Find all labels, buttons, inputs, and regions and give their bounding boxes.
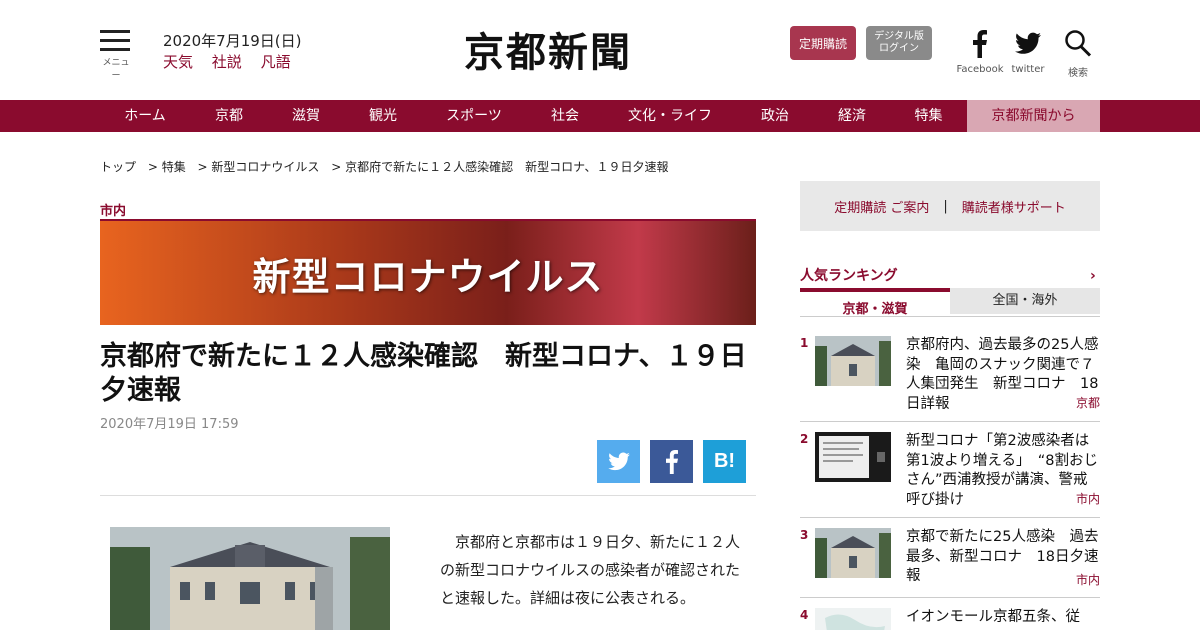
subscribe-button[interactable]: 定期購読: [790, 26, 856, 60]
rank-tag: 京都: [1075, 396, 1100, 410]
nav-shiga[interactable]: 滋賀: [268, 100, 344, 132]
ranking-tab-kyoto-shiga[interactable]: 京都・滋賀: [800, 288, 950, 317]
rank-headline: イオンモール京都五条、従: [906, 609, 1080, 625]
twitter-icon: [607, 452, 630, 470]
menu-label: メニュー: [102, 58, 130, 81]
rank-separator: [800, 597, 1100, 598]
breadcrumb: トップ > 特集 > 新型コロナウイルス > 京都府で新たに１２人感染確認 新型…: [100, 158, 677, 175]
breadcrumb-current: > 京都府で新たに１２人感染確認 新型コロナ、１９日夕速報: [331, 160, 669, 174]
rank-thumbnail: [815, 432, 891, 482]
facebook-icon: [973, 30, 987, 58]
date-block: 2020年7月19日(日) 天気 社説 凡語: [163, 30, 305, 72]
share-hatena-button[interactable]: B!: [703, 440, 746, 483]
banner-text: 新型コロナウイルス: [252, 253, 604, 299]
nav-kyoto[interactable]: 京都: [190, 100, 268, 132]
nav-tourism[interactable]: 観光: [344, 100, 422, 132]
rank-thumbnail: [815, 608, 891, 630]
nav-economy[interactable]: 経済: [814, 100, 890, 132]
ranking-title: 人気ランキング: [800, 268, 898, 284]
rank-headline: 京都で新たに25人感染 過去最多、新型コロナ 18日夕速報: [906, 529, 1099, 584]
search-label: 検索: [1068, 68, 1088, 79]
hatena-icon: B!: [713, 450, 736, 472]
ranking-item[interactable]: 3 京都で新たに25人感染 過去最多、新型コロナ 18日夕速報 市内: [800, 528, 1100, 592]
rank-headline: 京都府内、過去最多の25人感染 亀岡のスナック関連で７人集団発生 新型コロナ 1…: [906, 337, 1099, 412]
rank-number: 4: [800, 608, 809, 622]
article-date: 2020年7月19日 17:59: [100, 417, 239, 432]
nav-society[interactable]: 社会: [526, 100, 604, 132]
rank-number: 3: [800, 528, 809, 542]
nav-features[interactable]: 特集: [890, 100, 967, 132]
facebook-link[interactable]: Facebook: [956, 28, 1004, 75]
editorial-link[interactable]: 社説: [212, 53, 242, 71]
site-header: メニュー 2020年7月19日(日) 天気 社説 凡語 京都新聞 定期購読 デジ…: [0, 0, 1200, 100]
nav-from-kyoto-np[interactable]: 京都新聞から: [967, 100, 1100, 132]
site-logo[interactable]: 京都新聞: [464, 20, 632, 78]
ranking-tab-national[interactable]: 全国・海外: [950, 288, 1100, 314]
digital-login-button[interactable]: デジタル版 ログイン: [866, 26, 932, 60]
digital-line1: デジタル版: [874, 31, 924, 42]
facebook-label: Facebook: [956, 64, 1004, 75]
digital-line2: ログイン: [879, 43, 919, 54]
twitter-icon: [1015, 32, 1041, 54]
rank-tag: 市内: [1075, 573, 1100, 587]
subscription-box: 定期購読 ご案内 | 購読者様サポート: [800, 181, 1100, 231]
rank-thumbnail: [815, 336, 891, 386]
column-link[interactable]: 凡語: [261, 53, 291, 71]
rank-headline: 新型コロナ「第2波感染者は第1波より増える」 “8割おじさん”西浦教授が講演、警…: [906, 433, 1098, 508]
subscriber-support-link[interactable]: 購読者様サポート: [962, 197, 1066, 216]
tab-divider: [800, 316, 1100, 317]
prefectural-office-photo: [110, 527, 390, 630]
rank-thumbnail: [815, 528, 891, 578]
search-icon: [1065, 30, 1092, 57]
twitter-link[interactable]: twitter: [1010, 28, 1046, 75]
breadcrumb-features[interactable]: > 特集: [148, 160, 186, 174]
ranking-more-icon[interactable]: ›: [1090, 268, 1096, 284]
article-photo[interactable]: [110, 527, 390, 630]
twitter-label: twitter: [1011, 64, 1045, 75]
article-body: 京都府と京都市は１９日夕、新たに１２人の新型コロナウイルスの感染者が確認されたと…: [440, 533, 741, 607]
share-twitter-button[interactable]: [597, 440, 640, 483]
weather-link[interactable]: 天気: [163, 53, 193, 71]
rank-number: 1: [800, 336, 809, 350]
menu-button[interactable]: メニュー: [100, 30, 132, 81]
main-nav: ホーム 京都 滋賀 観光 スポーツ 社会 文化・ライフ 政治 経済 特集 京都新…: [0, 100, 1200, 132]
hamburger-icon: [100, 30, 132, 51]
current-date: 2020年7月19日(日): [163, 32, 302, 50]
breadcrumb-corona[interactable]: > 新型コロナウイルス: [198, 160, 320, 174]
nav-politics[interactable]: 政治: [736, 100, 814, 132]
ranking-item[interactable]: 2 新型コロナ「第2波感染者は第1波より増える」 “8割おじさん”西浦教授が講演…: [800, 432, 1100, 512]
article-category[interactable]: 市内: [100, 200, 126, 219]
share-facebook-button[interactable]: [650, 440, 693, 483]
nav-sports[interactable]: スポーツ: [422, 100, 526, 132]
facebook-icon: [665, 449, 678, 474]
rank-number: 2: [800, 432, 809, 446]
nav-home[interactable]: ホーム: [100, 100, 190, 132]
corona-banner[interactable]: 新型コロナウイルス: [100, 219, 756, 325]
rank-separator: [800, 421, 1100, 422]
article-headline: 京都府で新たに１２人感染確認 新型コロナ、１９日夕速報: [100, 341, 747, 406]
rank-separator: [800, 517, 1100, 518]
ranking-item[interactable]: 1 京都府内、過去最多の25人感染 亀岡のスナック関連で７人集団発生 新型コロナ…: [800, 336, 1100, 416]
article-divider: [100, 495, 756, 496]
subscription-guide-link[interactable]: 定期購読 ご案内: [834, 197, 929, 216]
rank-tag: 市内: [1075, 492, 1100, 506]
ranking-item[interactable]: 4 イオンモール京都五条、従: [800, 608, 1100, 630]
subscription-separator: |: [943, 198, 948, 214]
search-button[interactable]: 検索: [1062, 28, 1094, 79]
nav-culture[interactable]: 文化・ライフ: [604, 100, 736, 132]
breadcrumb-top[interactable]: トップ: [100, 160, 136, 174]
